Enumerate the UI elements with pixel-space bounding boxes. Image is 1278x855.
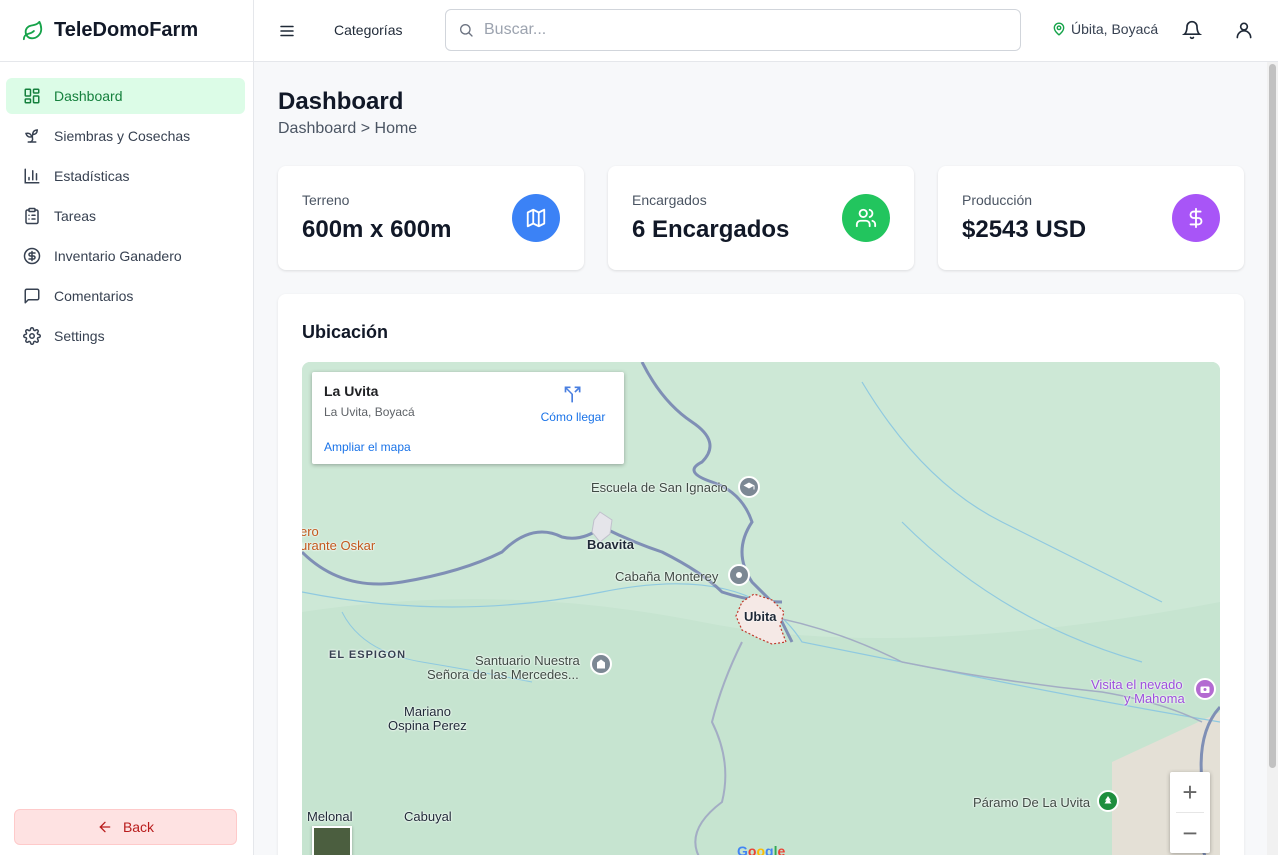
map-label-santuario-1: Santuario Nuestra: [475, 653, 580, 668]
back-label: Back: [122, 819, 155, 835]
place-address: La Uvita, Boyacá: [324, 405, 415, 419]
map-label-cabuyal: Cabuyal: [404, 809, 452, 824]
location-label: Úbita, Boyacá: [1071, 21, 1159, 37]
breadcrumb: Dashboard > Home: [278, 120, 418, 137]
tree-icon[interactable]: [1097, 790, 1119, 812]
directions-button[interactable]: Cómo llegar: [538, 384, 608, 426]
map-label-visita-1: Visita el nevado: [1091, 677, 1183, 692]
sidebar-item-label: Tareas: [54, 208, 97, 224]
back-button[interactable]: Back: [14, 809, 237, 845]
stat-label: Terreno: [302, 192, 350, 208]
map-type-thumbnail[interactable]: [312, 826, 352, 855]
clipboard-icon: [22, 206, 42, 226]
camera-icon[interactable]: [1194, 678, 1216, 700]
sidebar-item-label: Siembras y Cosechas: [54, 128, 191, 144]
map-label-cabana: Cabaña Monterey: [615, 569, 719, 584]
dollar-circle-icon: [22, 246, 42, 266]
stat-value: $2543 USD: [962, 216, 1087, 243]
bell-icon[interactable]: [1182, 19, 1202, 41]
sidebar-nav: Dashboard Siembras y Cosechas Estadístic…: [0, 62, 253, 354]
scrollbar-thumb[interactable]: [1269, 64, 1276, 768]
map-label-escuela: Escuela de San Ignacio: [591, 480, 728, 495]
search-box: [445, 9, 1021, 51]
stat-card-produccion: Producción $2543 USD: [938, 166, 1244, 270]
map-label-paramo: Páramo De La Uvita: [973, 795, 1091, 810]
map-label-mariano-1: Mariano: [404, 704, 451, 719]
menu-icon: [280, 25, 294, 37]
location-card: Ubicación Escuela de San Ignacio Boavita…: [278, 294, 1244, 855]
topbar: Categorías Úbita, Boyacá: [254, 0, 1278, 62]
stat-value: 600m x 600m: [302, 216, 452, 243]
brand-name: TeleDomoFarm: [54, 19, 199, 41]
map-label-melonal: Melonal: [307, 809, 353, 824]
school-icon[interactable]: [738, 476, 760, 498]
sidebar-item-comentarios[interactable]: Comentarios: [6, 278, 245, 314]
page-title: Dashboard: [278, 88, 404, 115]
sidebar-item-siembras[interactable]: Siembras y Cosechas: [6, 118, 245, 154]
google-logo: Google: [737, 843, 786, 855]
map-pin-icon: [1053, 22, 1065, 36]
map-label-mariano-2: Ospina Perez: [388, 718, 467, 733]
directions-icon: [564, 386, 581, 403]
zoom-out-button[interactable]: −: [1170, 813, 1210, 853]
stat-card-terreno: Terreno 600m x 600m: [278, 166, 584, 270]
message-icon: [22, 286, 42, 306]
stat-card-encargados: Encargados 6 Encargados: [608, 166, 914, 270]
categories-link[interactable]: Categorías: [334, 22, 402, 38]
brand[interactable]: TeleDomoFarm: [0, 0, 253, 62]
sidebar-item-label: Inventario Ganadero: [54, 248, 182, 264]
bar-chart-icon: [22, 166, 42, 186]
place-name: La Uvita: [324, 383, 379, 399]
map-icon: [512, 194, 560, 242]
stat-label: Producción: [962, 192, 1033, 208]
place-icon[interactable]: [728, 564, 750, 586]
map-label-santuario-2: Señora de las Mercedes...: [427, 667, 579, 682]
map-label-oskar-2: urante Oskar: [302, 538, 376, 553]
sidebar-item-label: Comentarios: [54, 288, 134, 304]
map-label-visita-2: y Mahoma: [1124, 691, 1185, 706]
sidebar-item-settings[interactable]: Settings: [6, 318, 245, 354]
dollar-icon: [1172, 194, 1220, 242]
location-title: Ubicación: [302, 322, 389, 342]
sidebar-item-label: Dashboard: [54, 88, 123, 104]
sidebar-item-label: Estadísticas: [54, 168, 130, 184]
directions-label: Cómo llegar: [540, 410, 606, 424]
map-label-boavita: Boavita: [587, 537, 634, 552]
sidebar-item-inventario[interactable]: Inventario Ganadero: [6, 238, 245, 274]
map-label-espigon: EL ESPIGON: [329, 649, 407, 661]
menu-button[interactable]: [278, 19, 298, 43]
gear-icon: [22, 326, 42, 346]
search-icon: [460, 24, 473, 37]
users-icon: [842, 194, 890, 242]
map-label-ubita: Ubita: [744, 609, 777, 624]
sidebar-item-tareas[interactable]: Tareas: [6, 198, 245, 234]
zoom-controls: + −: [1170, 772, 1210, 853]
church-icon[interactable]: [590, 653, 612, 675]
grid-icon: [22, 86, 42, 106]
search-input[interactable]: [484, 21, 1004, 39]
map-label-oskar-1: ero: [302, 524, 319, 539]
location-indicator[interactable]: Úbita, Boyacá: [1052, 21, 1158, 37]
map-embed[interactable]: Escuela de San Ignacio Boavita Cabaña Mo…: [302, 362, 1220, 855]
user-icon[interactable]: [1234, 19, 1254, 41]
sidebar-item-label: Settings: [54, 328, 105, 344]
sprout-icon: [22, 126, 42, 146]
zoom-in-button[interactable]: +: [1170, 772, 1210, 812]
page-scrollbar[interactable]: [1267, 62, 1278, 855]
stat-value: 6 Encargados: [632, 216, 790, 243]
sidebar-item-estadisticas[interactable]: Estadísticas: [6, 158, 245, 194]
map-info-box: La Uvita La Uvita, Boyacá Ampliar el map…: [312, 372, 624, 464]
leaf-icon: [22, 20, 43, 40]
expand-map-link[interactable]: Ampliar el mapa: [324, 440, 411, 454]
arrow-left-icon: [99, 821, 111, 833]
stat-label: Encargados: [632, 192, 707, 208]
sidebar: TeleDomoFarm Dashboard Siembras y Cosech…: [0, 0, 254, 855]
sidebar-item-dashboard[interactable]: Dashboard: [6, 78, 245, 114]
